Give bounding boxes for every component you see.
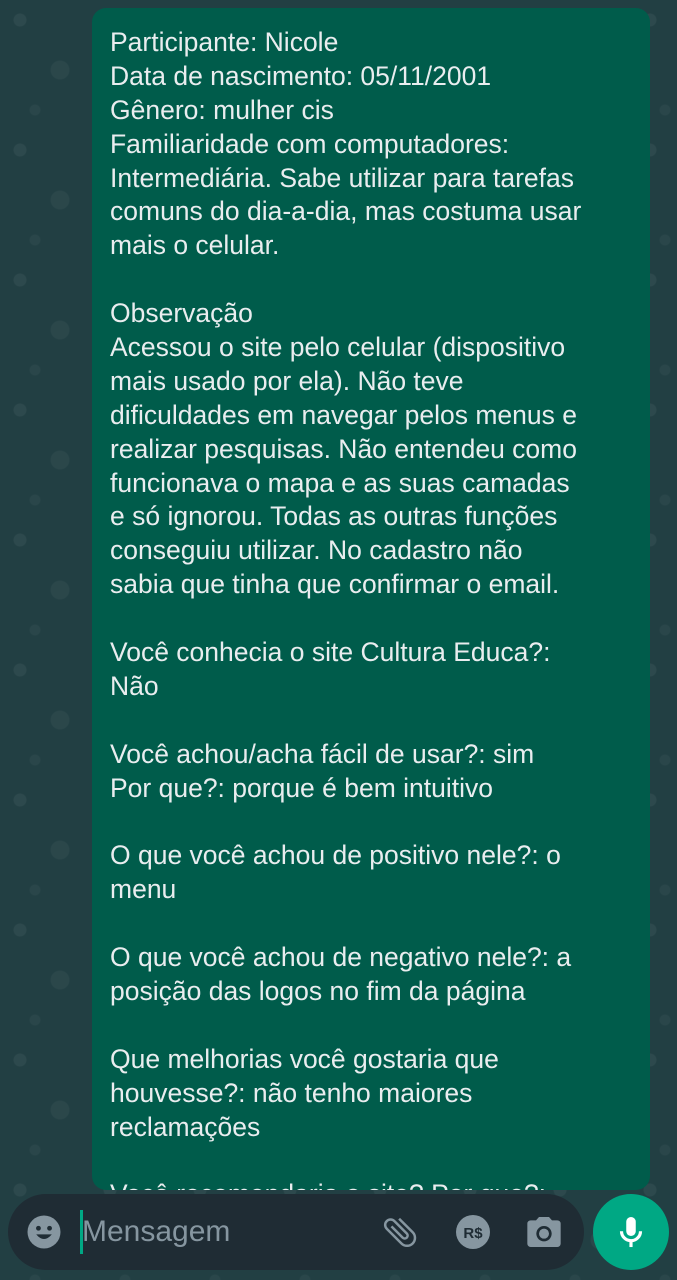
message-line: Você recomendaria o site? Por que?: (110, 1178, 632, 1190)
message-line (110, 704, 632, 738)
microphone-icon (619, 1216, 643, 1248)
message-line (110, 263, 632, 297)
message-line: O que você achou de positivo nele?: o (110, 840, 561, 871)
message-line: Por que?: porque é bem intuitivo (110, 772, 494, 803)
message-line: comuns do dia-a-dia, mas costuma usar (110, 196, 582, 227)
emoji-icon[interactable] (26, 1214, 62, 1250)
message-line: mais o celular. (110, 230, 280, 261)
message-line: Acessou o site pelo celular (dispositivo (110, 332, 566, 363)
message-line: posição das logos no fim da página (110, 975, 526, 1006)
paperclip-icon[interactable] (380, 1212, 420, 1252)
message-line: Você achou/acha fácil de usar?: sim (110, 738, 535, 769)
message-line: Participante: Nicole (110, 27, 339, 57)
message-line (110, 805, 632, 839)
message-line: mais usado por ela). Não teve (110, 365, 464, 396)
outgoing-message-bubble[interactable]: Participante: Nicole Data de nascimento: … (92, 8, 650, 1190)
payment-button[interactable]: R$ (453, 1212, 493, 1252)
message-line: Familiaridade com computadores: (110, 128, 510, 159)
message-text: Participante: Nicole Data de nascimento: … (110, 26, 632, 1190)
mic-button[interactable] (593, 1194, 669, 1270)
message-line: O que você achou de negativo nele?: a (110, 942, 572, 973)
message-line: Observação (110, 298, 253, 329)
message-line: reclamações (110, 1111, 261, 1142)
message-input[interactable] (82, 1208, 362, 1256)
camera-icon[interactable] (524, 1212, 564, 1252)
message-line: Você conhecia o site Cultura Educa?: (110, 637, 551, 668)
message-line: conseguiu utilizar. No cadastro não (110, 535, 523, 566)
message-line: e só ignorou. Todas as outras funções (110, 501, 558, 532)
message-composer: R$ (8, 1194, 584, 1270)
message-line: menu (110, 874, 177, 905)
message-line: Não (110, 670, 159, 701)
message-line: Intermediária. Sabe utilizar para tarefa… (110, 162, 574, 193)
message-line: Data de nascimento: 05/11/2001 (110, 60, 492, 91)
message-line (110, 602, 632, 636)
message-line (110, 907, 632, 941)
message-line: houvesse?: não tenho maiores (110, 1077, 473, 1108)
message-line (110, 1009, 632, 1043)
message-line: realizar pesquisas. Não entendeu como (110, 433, 577, 464)
payment-label: R$ (463, 1225, 483, 1242)
message-line (110, 1144, 632, 1178)
message-line: sabia que tinha que confirmar o email. (110, 569, 560, 600)
message-line: Que melhorias você gostaria que (110, 1043, 499, 1074)
payment-icon: R$ (456, 1215, 490, 1249)
message-line: Gênero: mulher cis (110, 94, 334, 125)
message-line: dificuldades em navegar pelos menus e (110, 399, 577, 430)
message-line: funcionava o mapa e as suas camadas (110, 467, 570, 498)
